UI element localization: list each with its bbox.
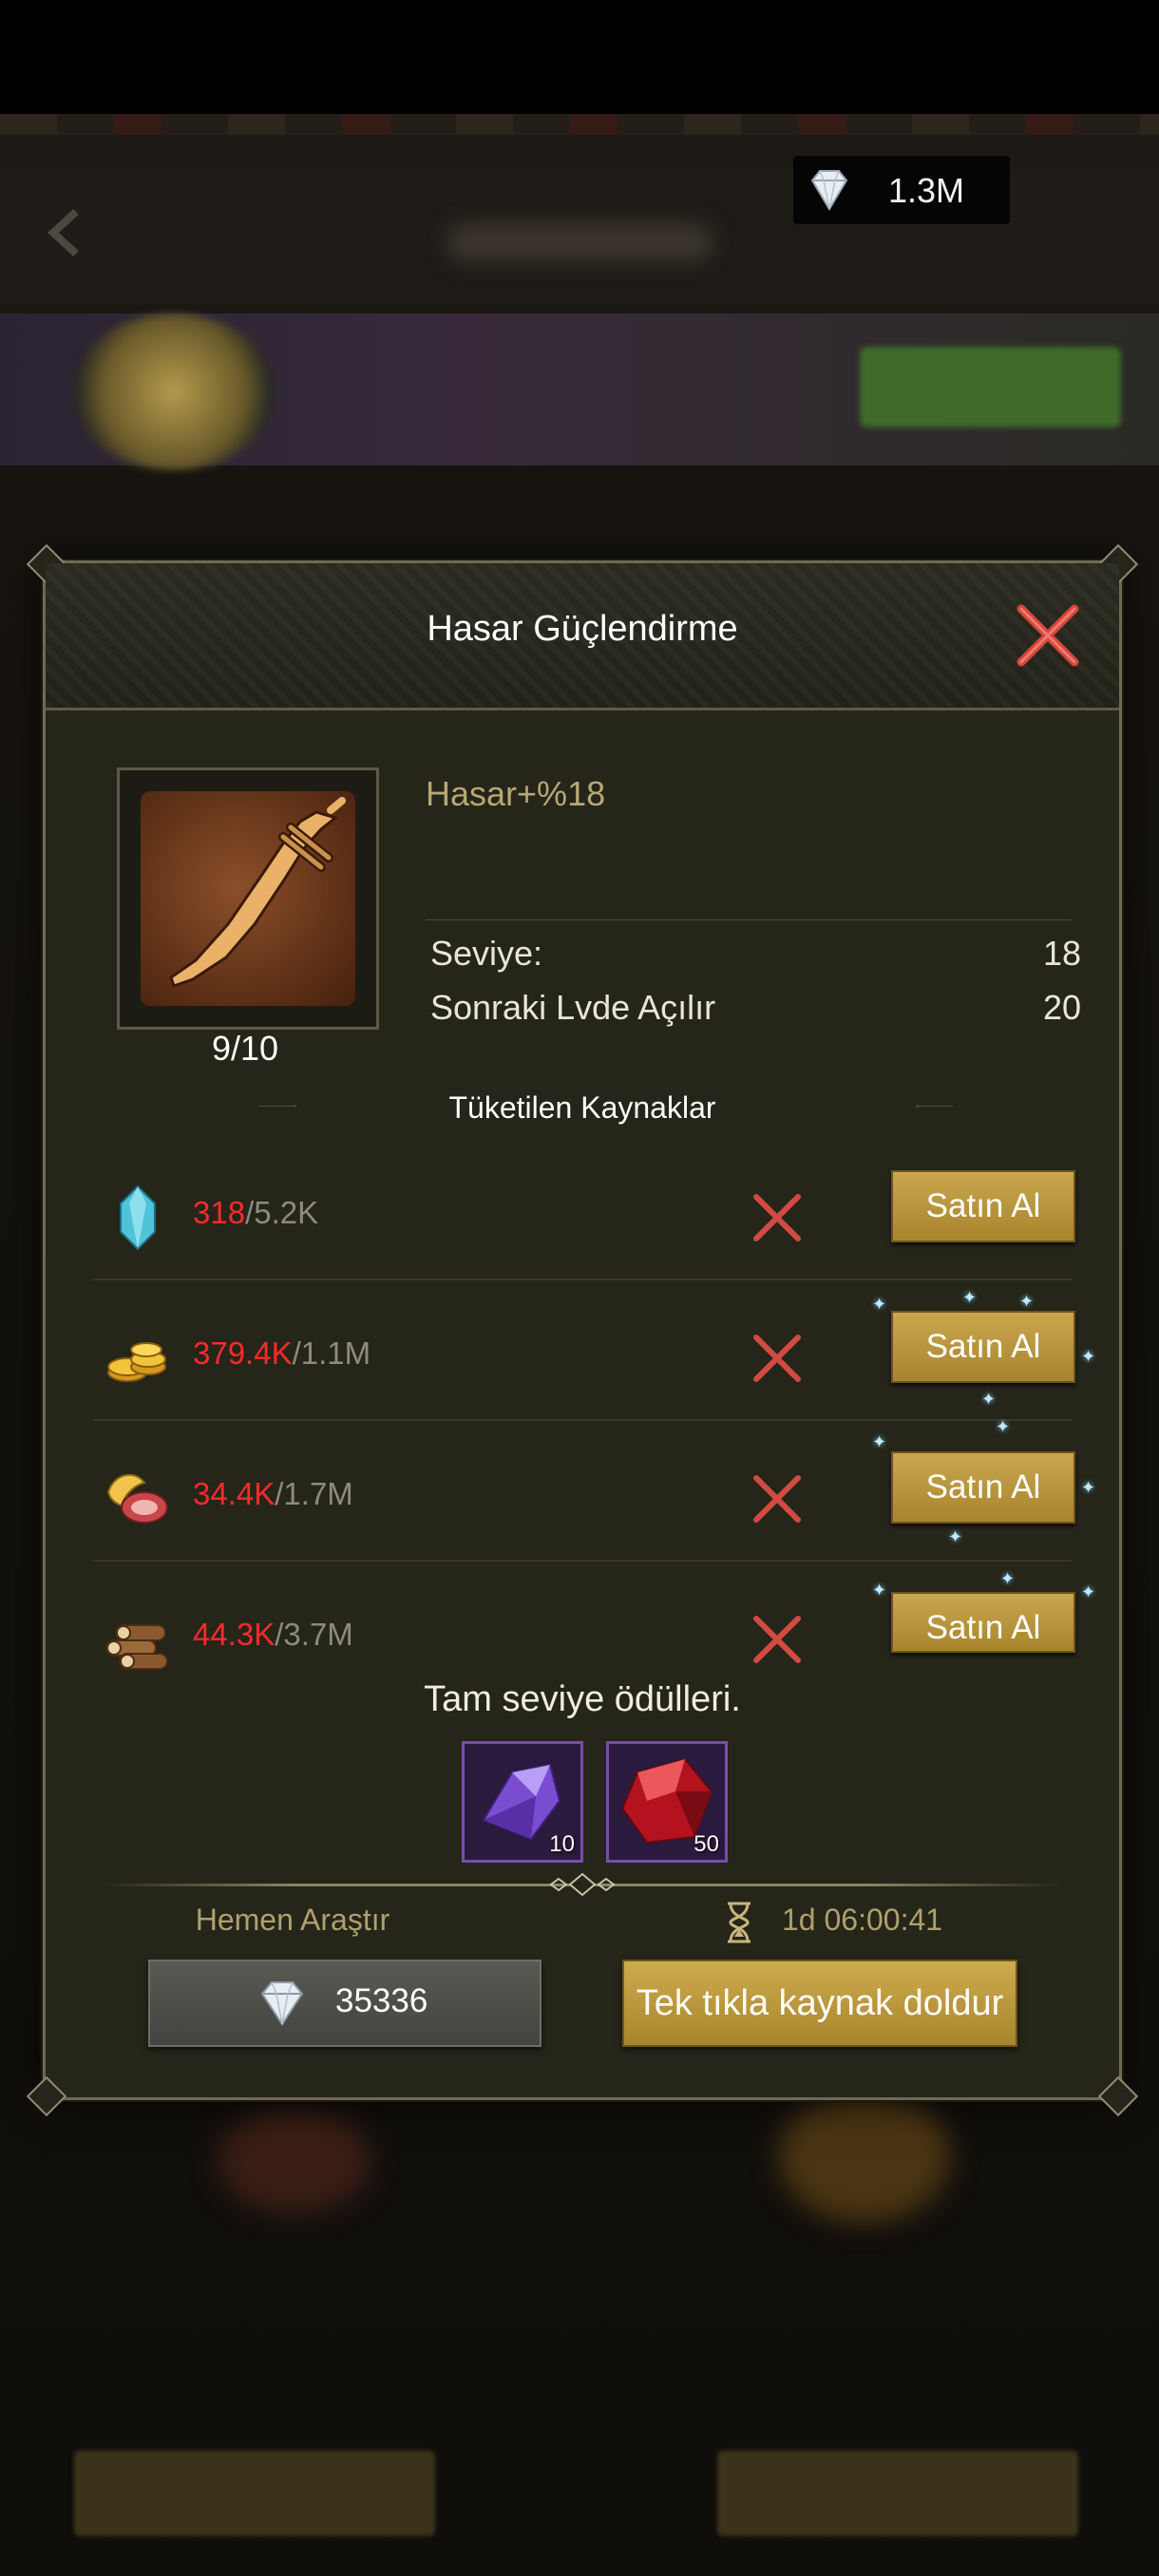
decorative-line-right bbox=[916, 1105, 954, 1108]
reward-count: 10 bbox=[549, 1831, 575, 1857]
instant-research-label: Hemen Araştır bbox=[195, 1903, 390, 1937]
resource-amount: 44.3K/3.7M bbox=[193, 1617, 353, 1653]
background-bottom-button bbox=[717, 2451, 1078, 2536]
research-progress: 9/10 bbox=[211, 1029, 279, 1068]
consumed-resources-title: Tüketilen Kaynaklar bbox=[448, 1090, 716, 1125]
level-value: 18 bbox=[1042, 934, 1081, 973]
resource-amount: 318/5.2K bbox=[193, 1195, 318, 1231]
resource-owned: 34.4K bbox=[193, 1476, 276, 1511]
reward-slot[interactable]: 10 bbox=[462, 1741, 583, 1863]
background-status-bar bbox=[0, 114, 1159, 135]
level-label: Seviye: bbox=[430, 934, 543, 973]
reward-slot[interactable]: 50 bbox=[606, 1741, 728, 1863]
research-icon-frame bbox=[117, 767, 379, 1030]
background-coin-emblem bbox=[71, 313, 276, 470]
sparkle: ✦ bbox=[872, 1295, 887, 1314]
background-green-button bbox=[860, 347, 1121, 427]
food-icon bbox=[106, 1473, 168, 1524]
resource-amount: 379.4K/1.1M bbox=[193, 1335, 370, 1372]
sparkle: ✦ bbox=[1081, 1478, 1096, 1497]
bonus-text: Hasar+%18 bbox=[426, 774, 606, 813]
diamond-cost: 35336 bbox=[335, 1982, 428, 2019]
insufficient-x-icon bbox=[753, 1616, 801, 1663]
status-strip bbox=[0, 0, 1159, 114]
wood-logs-icon bbox=[105, 1624, 168, 1670]
buy-food-button[interactable]: Satın Al bbox=[891, 1451, 1075, 1524]
sparkle: ✦ bbox=[1081, 1582, 1096, 1601]
dialog-header: Hasar Güçlendirme bbox=[46, 563, 1119, 710]
insufficient-x-icon bbox=[753, 1194, 801, 1241]
sparkle: ✦ bbox=[996, 1417, 1011, 1436]
instant-research-button[interactable]: 35336 bbox=[148, 1960, 542, 2047]
resource-owned: 318 bbox=[193, 1195, 246, 1230]
full-level-rewards-title: Tam seviye ödülleri. bbox=[424, 1679, 741, 1719]
resource-amount: 34.4K/1.7M bbox=[193, 1476, 353, 1512]
sparkle: ✦ bbox=[1000, 1569, 1016, 1588]
footer-ornament bbox=[549, 1872, 616, 1897]
insufficient-x-icon bbox=[753, 1335, 801, 1382]
diamond-count: 1.3M bbox=[888, 171, 965, 210]
resource-owned: 379.4K bbox=[193, 1335, 293, 1371]
background-back-arrow-icon bbox=[48, 209, 79, 256]
insufficient-x-icon bbox=[753, 1475, 801, 1523]
crystal-icon bbox=[120, 1184, 156, 1251]
resource-row-food: 34.4K/1.7M Satın Al ✦ ✦ ✦ ✦ bbox=[93, 1417, 1095, 1562]
buy-crystal-button[interactable]: Satın Al bbox=[891, 1170, 1075, 1242]
resource-row-crystal: 318/5.2K Satın Al bbox=[93, 1140, 1075, 1280]
research-timer: 1d 06:00:41 bbox=[782, 1903, 943, 1937]
gold-coins-icon bbox=[107, 1342, 166, 1382]
diamond-icon bbox=[260, 1981, 304, 2026]
sparkle: ✦ bbox=[1019, 1292, 1035, 1311]
diamond-icon bbox=[810, 170, 848, 211]
buy-wood-button[interactable]: Satın Al bbox=[891, 1592, 1075, 1653]
background-title bbox=[446, 223, 712, 261]
resource-owned: 44.3K bbox=[193, 1617, 276, 1652]
background-orb bbox=[779, 2090, 950, 2223]
dialog-title: Hasar Güçlendirme bbox=[427, 609, 738, 649]
sparkle: ✦ bbox=[981, 1390, 997, 1409]
reward-count: 50 bbox=[694, 1831, 719, 1857]
buy-gold-button[interactable]: Satın Al bbox=[891, 1311, 1075, 1383]
background-orb bbox=[218, 2109, 370, 2213]
resource-required: /1.7M bbox=[275, 1476, 353, 1511]
background-bottom-button bbox=[74, 2451, 435, 2536]
upgrade-dialog: Hasar Güçlendirme 9/10 Hasar+%18 Seviye:… bbox=[26, 543, 1139, 2117]
sparkle: ✦ bbox=[948, 1527, 963, 1546]
sparkle: ✦ bbox=[872, 1581, 887, 1600]
stats-divider bbox=[426, 919, 1072, 920]
sword-icon bbox=[169, 797, 346, 988]
sparkle: ✦ bbox=[962, 1288, 978, 1307]
resource-required: /5.2K bbox=[245, 1195, 319, 1230]
resource-required: /1.1M bbox=[292, 1335, 371, 1371]
research-icon-tile bbox=[141, 791, 355, 1006]
sparkle: ✦ bbox=[1081, 1347, 1096, 1366]
resource-row-gold: 379.4K/1.1M Satın Al ✦ ✦ ✦ ✦ ✦ bbox=[93, 1280, 1095, 1421]
one-click-fill-button[interactable]: Tek tıkla kaynak doldur bbox=[622, 1960, 1017, 2047]
sparkle: ✦ bbox=[872, 1432, 887, 1451]
close-button[interactable] bbox=[1010, 597, 1086, 673]
resource-required: /3.7M bbox=[275, 1617, 353, 1652]
hourglass-icon bbox=[728, 1902, 750, 1943]
unlock-label: Sonraki Lvde Açılır bbox=[430, 988, 716, 1027]
unlock-value: 20 bbox=[1042, 988, 1081, 1027]
